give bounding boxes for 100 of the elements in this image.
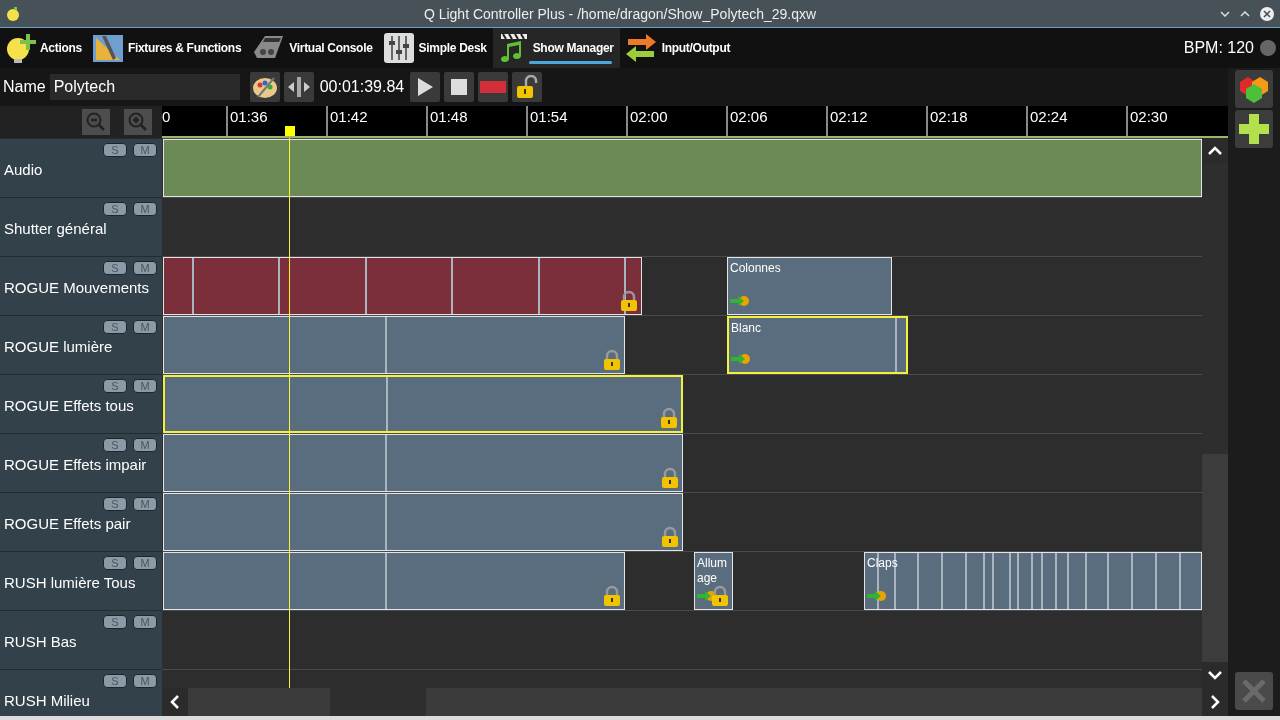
mute-button[interactable]: M <box>133 556 157 570</box>
cubes-icon <box>1238 74 1270 104</box>
color-palette-button[interactable] <box>249 72 280 102</box>
zoom-out-icon <box>86 112 106 132</box>
show-item[interactable] <box>163 493 683 551</box>
sliders-icon <box>382 32 415 64</box>
mute-button[interactable]: M <box>133 143 157 157</box>
show-item[interactable] <box>163 257 642 315</box>
tab[interactable]: Fixtures & Functions <box>87 28 248 68</box>
track-header[interactable]: S M Shutter général <box>0 197 162 256</box>
solo-button[interactable]: S <box>103 438 127 452</box>
track-name: RUSH Bas <box>3 632 78 650</box>
solo-button[interactable]: S <box>103 202 127 216</box>
solo-button[interactable]: S <box>103 320 127 334</box>
track-name: ROGUE Mouvements <box>3 278 151 296</box>
ruler-pencil-icon <box>91 32 124 64</box>
playhead-marker[interactable] <box>285 126 295 136</box>
mute-button[interactable]: M <box>133 379 157 393</box>
snap-button[interactable] <box>283 72 314 102</box>
track-header[interactable]: S M ROGUE Effets tous <box>0 374 162 433</box>
show-item[interactable]: Claps <box>864 552 1202 610</box>
solo-button[interactable]: S <box>103 261 127 275</box>
mute-button[interactable]: M <box>133 202 157 216</box>
scroll-up-button[interactable] <box>1202 138 1228 164</box>
mute-button[interactable]: M <box>133 674 157 688</box>
track-header[interactable]: S M ROGUE Effets pair <box>0 492 162 551</box>
chevron-down-icon <box>1207 670 1223 680</box>
track-name: ROGUE Effets impair <box>3 455 148 473</box>
unlock-button[interactable] <box>512 72 543 102</box>
mute-button[interactable]: M <box>133 497 157 511</box>
mute-button[interactable]: M <box>133 438 157 452</box>
close-icon[interactable] <box>1260 6 1274 21</box>
track-header[interactable]: S M RUSH Milieu <box>0 669 162 716</box>
track-header[interactable]: S M ROGUE lumière <box>0 315 162 374</box>
tab[interactable]: Actions <box>0 28 88 68</box>
minimize-icon[interactable] <box>1220 10 1230 17</box>
track-name: ROGUE Effets pair <box>3 514 132 532</box>
stop-button[interactable] <box>444 72 475 102</box>
track-header[interactable]: S M Audio <box>0 138 162 197</box>
name-field[interactable]: Polytech <box>49 74 240 100</box>
item-name: Colonnes <box>730 261 782 276</box>
record-button[interactable] <box>478 72 509 102</box>
beat-indicator <box>1260 40 1276 56</box>
track-header[interactable]: S M ROGUE Mouvements <box>0 256 162 315</box>
track-header[interactable]: S M RUSH Bas <box>0 610 162 669</box>
show-item[interactable] <box>163 434 683 492</box>
solo-button[interactable]: S <box>103 497 127 511</box>
chevron-right-icon <box>1210 694 1220 710</box>
cross-icon <box>1241 678 1267 704</box>
bpm-label: BPM: 120 <box>1183 39 1254 57</box>
plus-icon <box>1238 113 1270 145</box>
track-name: Audio <box>3 160 44 178</box>
play-icon <box>416 77 435 97</box>
tab[interactable]: Simple Desk <box>378 28 493 68</box>
item-name: Blanc <box>731 321 763 336</box>
show-item[interactable]: Allumage <box>694 552 733 610</box>
stop-icon <box>450 78 469 96</box>
mute-button[interactable]: M <box>133 320 157 334</box>
solo-button[interactable]: S <box>103 615 127 629</box>
app-logo-icon <box>6 6 20 21</box>
scroll-left-button[interactable] <box>162 688 188 716</box>
track-header[interactable]: S M ROGUE Effets impair <box>0 433 162 492</box>
track-name: RUSH Milieu <box>3 691 91 709</box>
zoom-in-icon <box>128 112 148 132</box>
arrow-icon <box>731 354 751 364</box>
tab[interactable]: Show Manager <box>492 28 620 68</box>
item-name: Allumage <box>697 556 728 586</box>
tab[interactable]: Input/Output <box>619 28 737 68</box>
add-button[interactable] <box>1235 110 1273 148</box>
time-display: 00:01:39.84 <box>319 78 405 96</box>
show-item[interactable] <box>163 375 683 433</box>
arrow-icon <box>730 296 750 306</box>
chevron-up-icon <box>1207 146 1223 156</box>
track-header[interactable]: S M RUSH lumière Tous <box>0 551 162 610</box>
solo-button[interactable]: S <box>103 379 127 393</box>
solo-button[interactable]: S <box>103 674 127 688</box>
name-label: Name <box>3 78 46 96</box>
mute-button[interactable]: M <box>133 615 157 629</box>
cubes-button[interactable] <box>1235 70 1273 108</box>
solo-button[interactable]: S <box>103 556 127 570</box>
track-name: RUSH lumière Tous <box>3 573 137 591</box>
solo-button[interactable]: S <box>103 143 127 157</box>
window-title: Q Light Controller Plus - /home/dragon/Show_Polytech_29.qxw <box>422 5 818 22</box>
arrow-icon <box>867 591 887 601</box>
tab[interactable]: Virtual Console <box>247 28 379 68</box>
scroll-right-button[interactable] <box>1202 688 1228 716</box>
track-name: ROGUE lumière <box>3 337 114 355</box>
show-item[interactable] <box>163 552 625 610</box>
chevron-left-icon <box>170 694 180 710</box>
play-button[interactable] <box>410 72 441 102</box>
mute-button[interactable]: M <box>133 261 157 275</box>
show-item[interactable] <box>163 316 625 374</box>
time-tick-label: 0 <box>162 108 171 125</box>
light-bulb-icon <box>4 32 36 64</box>
show-item[interactable]: Blanc <box>727 316 908 374</box>
show-item[interactable]: Colonnes <box>727 257 892 315</box>
maximize-icon[interactable] <box>1240 10 1250 17</box>
track-name: ROGUE Effets tous <box>3 396 135 414</box>
scroll-thumb[interactable] <box>330 688 426 716</box>
track-name: Shutter général <box>3 219 108 237</box>
